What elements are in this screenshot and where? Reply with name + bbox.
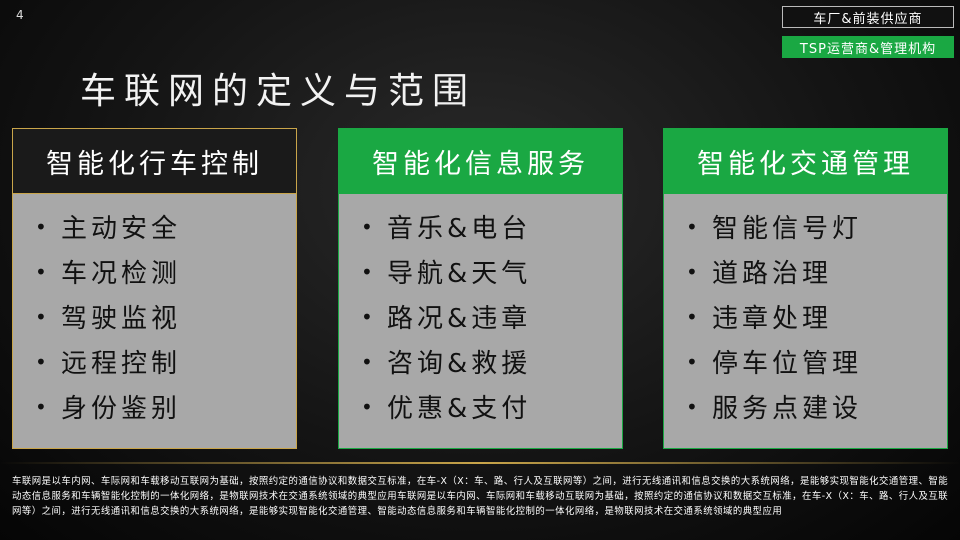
list-item: • 咨询&救援 (361, 339, 622, 384)
list-item: • 停车位管理 (686, 339, 947, 384)
list-item: • 优惠&支付 (361, 384, 622, 429)
column-header: 智能化信息服务 (338, 128, 623, 194)
slide-number: 4 (16, 8, 24, 22)
tag-tsp-operators: TSP运营商&管理机构 (782, 36, 954, 58)
bullet: • (361, 259, 377, 284)
column-body: • 智能信号灯 • 道路治理 • 违章处理 • 停车位管理 • 服务点建设 (663, 194, 948, 449)
list-item-label: 咨询&救援 (387, 349, 532, 379)
bullet: • (686, 214, 702, 239)
list-item-label: 违章处理 (712, 304, 833, 334)
bullet: • (686, 259, 702, 284)
bullet: • (35, 349, 51, 374)
bullet: • (361, 214, 377, 239)
bullet: • (35, 214, 51, 239)
list-item: • 违章处理 (686, 294, 947, 339)
list-item: • 身份鉴别 (35, 384, 296, 429)
bullet: • (361, 304, 377, 329)
list-item-label: 导航&天气 (387, 259, 532, 289)
column-body: • 音乐&电台 • 导航&天气 • 路况&违章 • 咨询&救援 • 优惠&支付 (338, 194, 623, 449)
column-driving-control: 智能化行车控制 • 主动安全 • 车况检测 • 驾驶监视 • 远程控制 • 身份鉴别 (12, 128, 297, 449)
list-item-label: 道路治理 (712, 259, 833, 289)
list-item-label: 音乐&电台 (387, 214, 532, 244)
list-item: • 导航&天气 (361, 249, 622, 294)
list-item: • 服务点建设 (686, 384, 947, 429)
column-info-services: 智能化信息服务 • 音乐&电台 • 导航&天气 • 路况&违章 • 咨询&救援 • 优惠&… (338, 128, 623, 449)
column-header: 智能化行车控制 (12, 128, 297, 194)
list-item-label: 路况&违章 (387, 304, 532, 334)
list-item-label: 远程控制 (61, 349, 182, 379)
list-item: • 路况&违章 (361, 294, 622, 339)
column-traffic-management: 智能化交通管理 • 智能信号灯 • 道路治理 • 违章处理 • 停车位管理 • 服务点建设 (663, 128, 948, 449)
list-item: • 道路治理 (686, 249, 947, 294)
tag-oem-suppliers: 车厂&前装供应商 (782, 6, 954, 28)
list-item: • 主动安全 (35, 204, 296, 249)
list-item-label: 智能信号灯 (712, 214, 863, 244)
list-item: • 智能信号灯 (686, 204, 947, 249)
list-item-label: 主动安全 (61, 214, 182, 244)
list-item: • 远程控制 (35, 339, 296, 384)
footnote-definition: 车联网是以车内网、车际网和车载移动互联网为基础，按照约定的通信协议和数据交互标准… (12, 476, 949, 517)
list-item: • 驾驶监视 (35, 294, 296, 339)
gold-divider (0, 462, 960, 464)
bullet: • (686, 304, 702, 329)
bullet: • (686, 349, 702, 374)
bullet: • (361, 394, 377, 419)
column-header: 智能化交通管理 (663, 128, 948, 194)
list-item-label: 车况检测 (61, 259, 182, 289)
column-body: • 主动安全 • 车况检测 • 驾驶监视 • 远程控制 • 身份鉴别 (12, 194, 297, 449)
bullet: • (35, 304, 51, 329)
list-item: • 车况检测 (35, 249, 296, 294)
list-item-label: 优惠&支付 (387, 394, 532, 424)
bullet: • (686, 394, 702, 419)
list-item-label: 服务点建设 (712, 394, 863, 424)
list-item-label: 停车位管理 (712, 349, 863, 379)
list-item: • 音乐&电台 (361, 204, 622, 249)
page-title: 车联网的定义与范围 (80, 71, 477, 112)
bullet: • (361, 349, 377, 374)
bullet: • (35, 394, 51, 419)
bullet: • (35, 259, 51, 284)
list-item-label: 身份鉴别 (61, 394, 182, 424)
list-item-label: 驾驶监视 (61, 304, 182, 334)
